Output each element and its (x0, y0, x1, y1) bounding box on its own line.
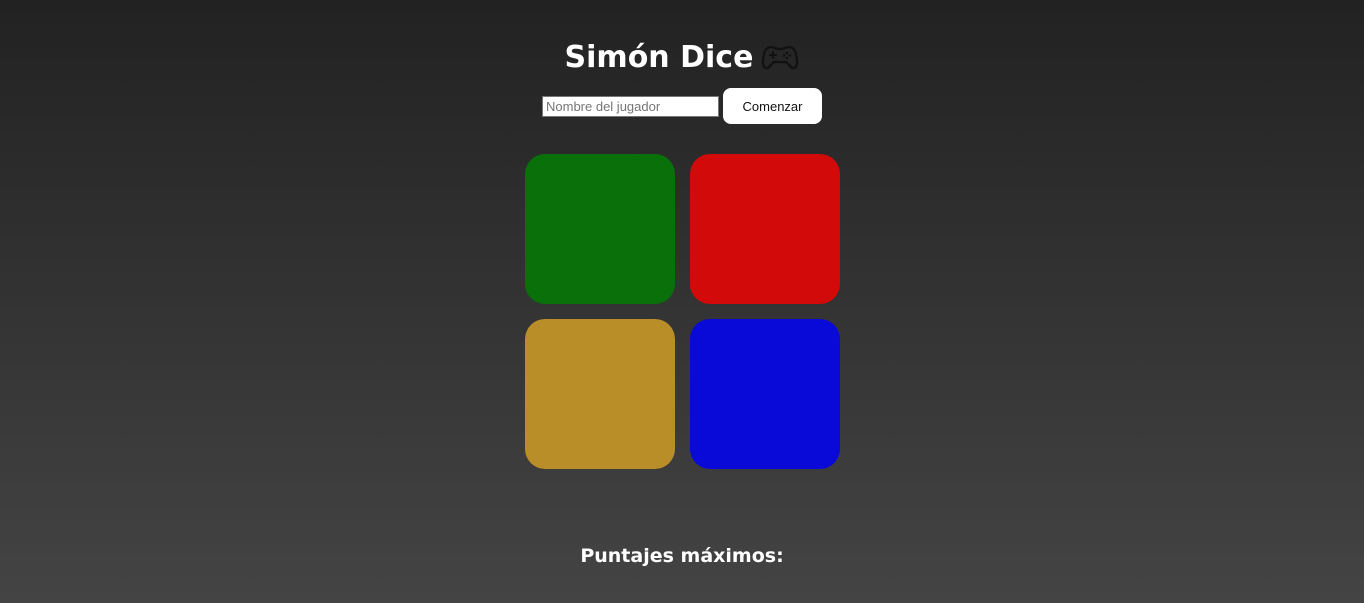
yellow-pad[interactable] (525, 319, 675, 469)
player-name-input[interactable] (542, 95, 719, 117)
gamepad-icon (761, 42, 799, 82)
blue-pad[interactable] (690, 319, 840, 469)
green-pad[interactable] (525, 154, 675, 304)
high-scores-title: Puntajes máximos: (580, 545, 784, 567)
game-controls: Comenzar (542, 88, 822, 124)
page-title: Simón Dice (0, 38, 1364, 82)
title-text: Simón Dice (564, 40, 754, 75)
simon-board (525, 154, 840, 469)
red-pad[interactable] (690, 154, 840, 304)
start-button[interactable]: Comenzar (723, 88, 822, 124)
